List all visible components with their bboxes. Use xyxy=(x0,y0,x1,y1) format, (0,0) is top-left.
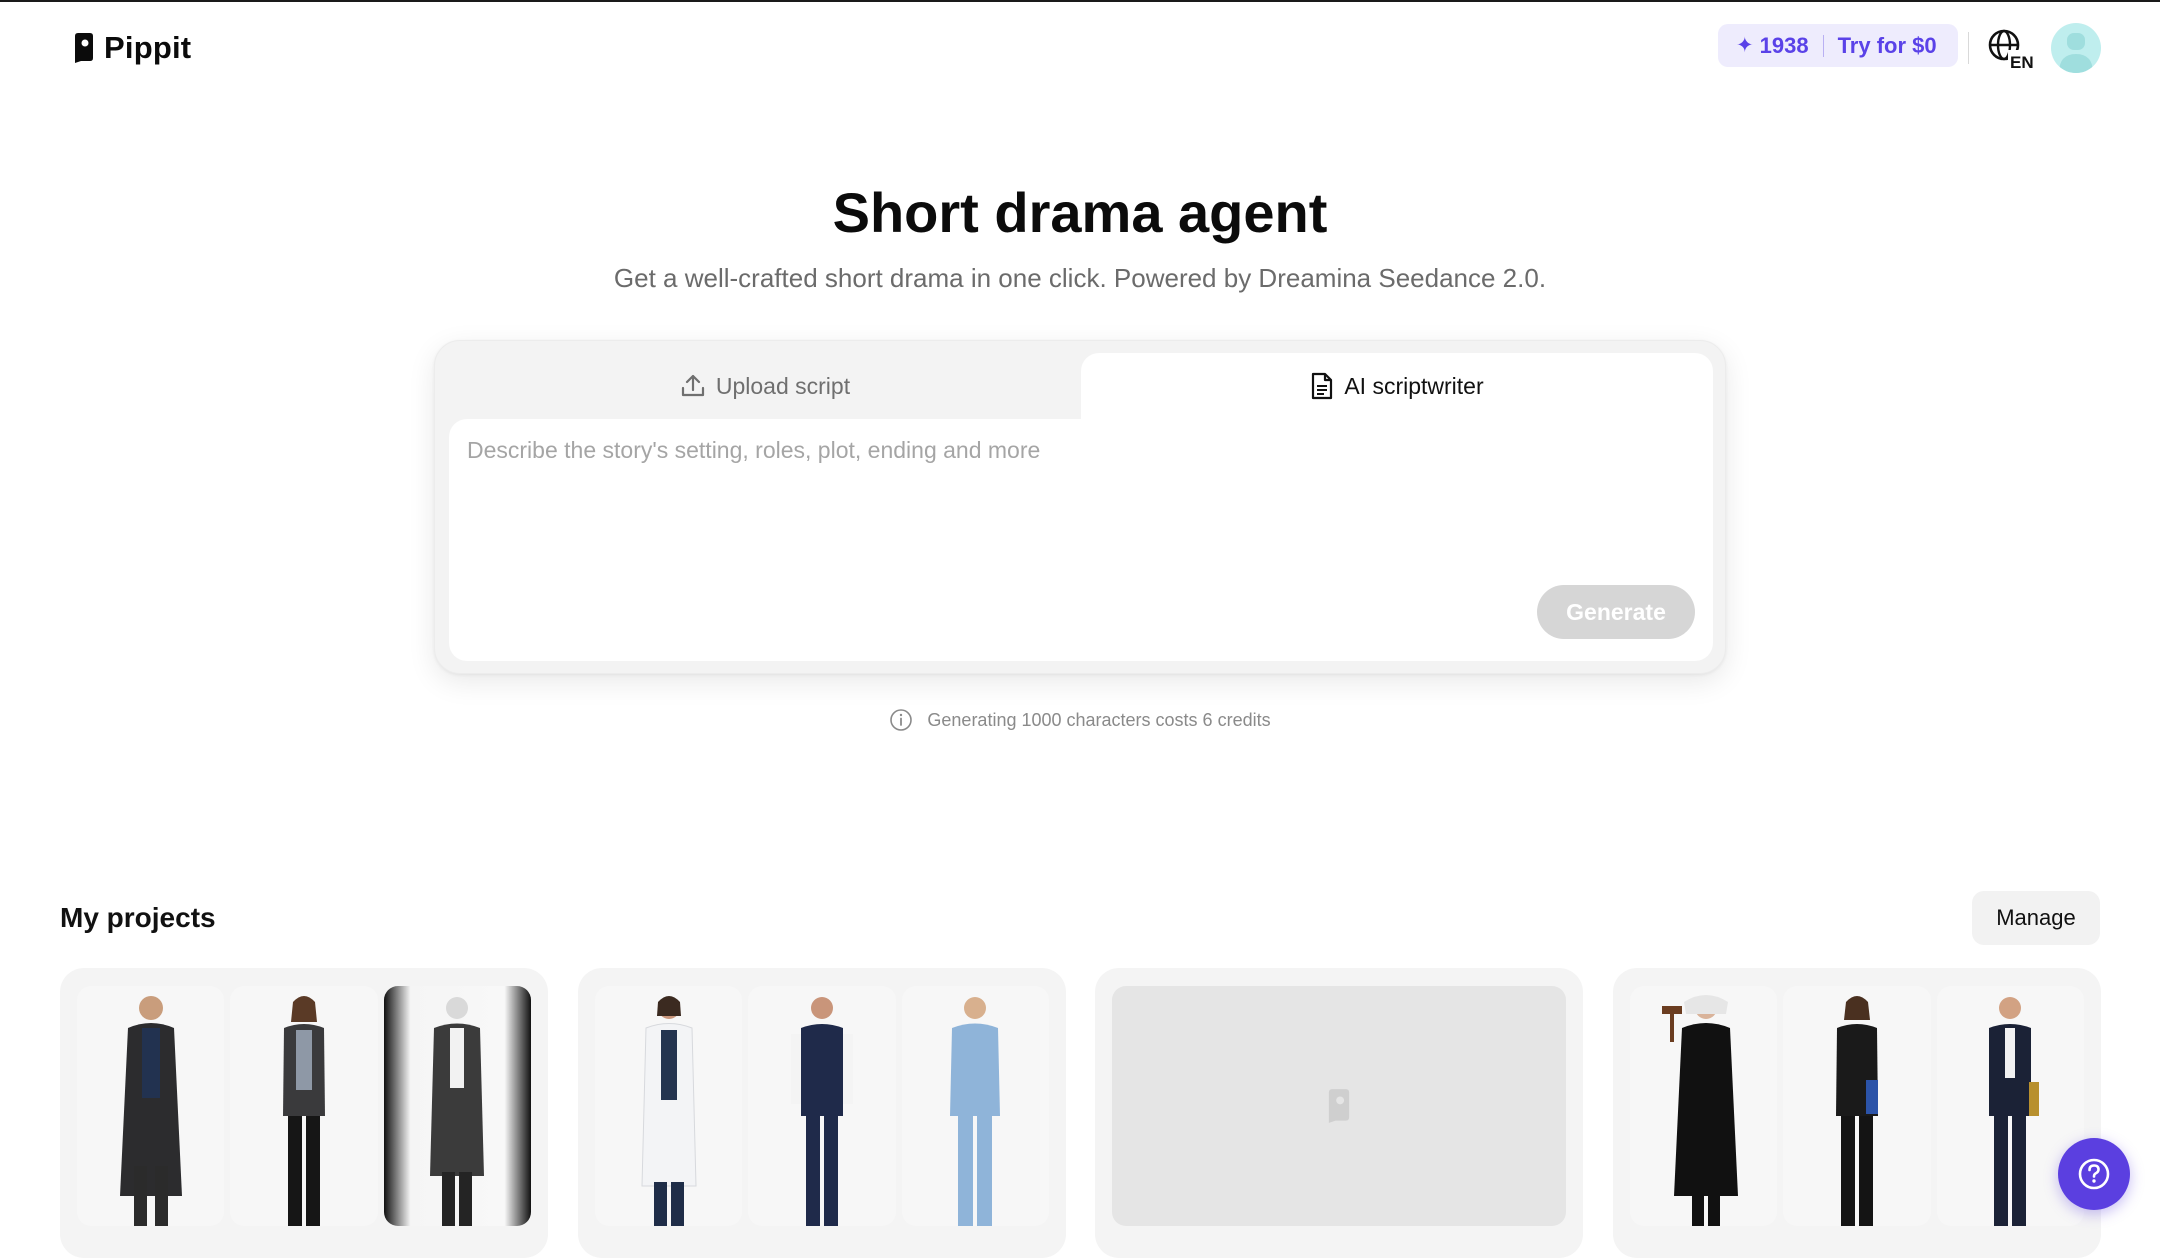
credit-cost-note: Generating 1000 characters costs 6 credi… xyxy=(0,708,2160,732)
story-editor: Generate xyxy=(449,419,1713,661)
user-avatar[interactable] xyxy=(2051,23,2101,73)
tab-ai-scriptwriter[interactable]: AI scriptwriter xyxy=(1081,353,1713,419)
pippit-logo-icon xyxy=(75,33,93,63)
tab-upload-label: Upload script xyxy=(715,372,851,399)
generate-button[interactable]: Generate xyxy=(1537,585,1695,639)
project-thumbnails xyxy=(1630,986,2084,1226)
document-icon xyxy=(1312,372,1333,400)
avatar-silhouette-icon xyxy=(2059,33,2093,73)
projects-section-title: My projects xyxy=(60,902,216,933)
credits-count: 1938 xyxy=(1759,32,1809,58)
top-bar: Pippit ✦ 1938 Try for $0 EN xyxy=(0,2,2160,92)
try-free-link[interactable]: Try for $0 xyxy=(1838,33,1937,59)
manage-projects-button[interactable]: Manage xyxy=(1972,891,2100,945)
character-thumb-doctor-white-coat xyxy=(595,986,743,1226)
character-thumb-detective-woman xyxy=(230,986,378,1226)
character-thumb-detective-coat xyxy=(77,986,225,1226)
header-divider xyxy=(1968,32,1969,64)
project-card[interactable] xyxy=(60,968,548,1258)
project-card[interactable] xyxy=(1613,968,2101,1258)
credits-pill[interactable]: ✦ 1938 Try for $0 xyxy=(1718,24,1958,67)
credit-cost-text: Generating 1000 characters costs 6 credi… xyxy=(927,709,1271,730)
tab-upload-script[interactable]: Upload script xyxy=(449,353,1081,419)
brand-logo[interactable]: Pippit xyxy=(72,30,191,66)
tab-ai-label: AI scriptwriter xyxy=(1344,372,1484,399)
language-code: EN xyxy=(2010,53,2034,70)
pippit-placeholder-icon xyxy=(1328,1089,1350,1123)
language-globe-icon[interactable]: EN xyxy=(1988,28,2034,70)
project-card[interactable] xyxy=(578,968,1066,1258)
project-thumbnail-placeholder xyxy=(1112,986,1566,1226)
character-thumb-man-grey-coat xyxy=(383,986,531,1226)
script-composer: Upload script AI scriptwriter Generate xyxy=(434,340,1726,674)
character-thumb-patient-blue-scrubs xyxy=(901,986,1049,1226)
page-title: Short drama agent xyxy=(832,181,1328,244)
character-thumb-judge-robe xyxy=(1630,986,1778,1226)
help-button[interactable] xyxy=(2058,1138,2130,1210)
character-thumb-lawyer-woman xyxy=(1783,986,1931,1226)
project-thumbnails xyxy=(595,986,1049,1226)
story-description-input[interactable] xyxy=(467,437,1617,557)
upload-icon xyxy=(681,374,704,397)
character-thumb-doctor-navy-scrubs xyxy=(748,986,896,1226)
project-card[interactable] xyxy=(1095,968,1583,1258)
sparkle-icon: ✦ xyxy=(1736,34,1754,57)
question-mark-icon xyxy=(2078,1158,2110,1190)
project-thumbnails xyxy=(77,986,531,1226)
page-subtitle: Get a well-crafted short drama in one cl… xyxy=(613,263,1547,293)
credits-divider xyxy=(1822,34,1824,57)
info-icon xyxy=(890,709,913,731)
brand-name: Pippit xyxy=(104,30,192,65)
